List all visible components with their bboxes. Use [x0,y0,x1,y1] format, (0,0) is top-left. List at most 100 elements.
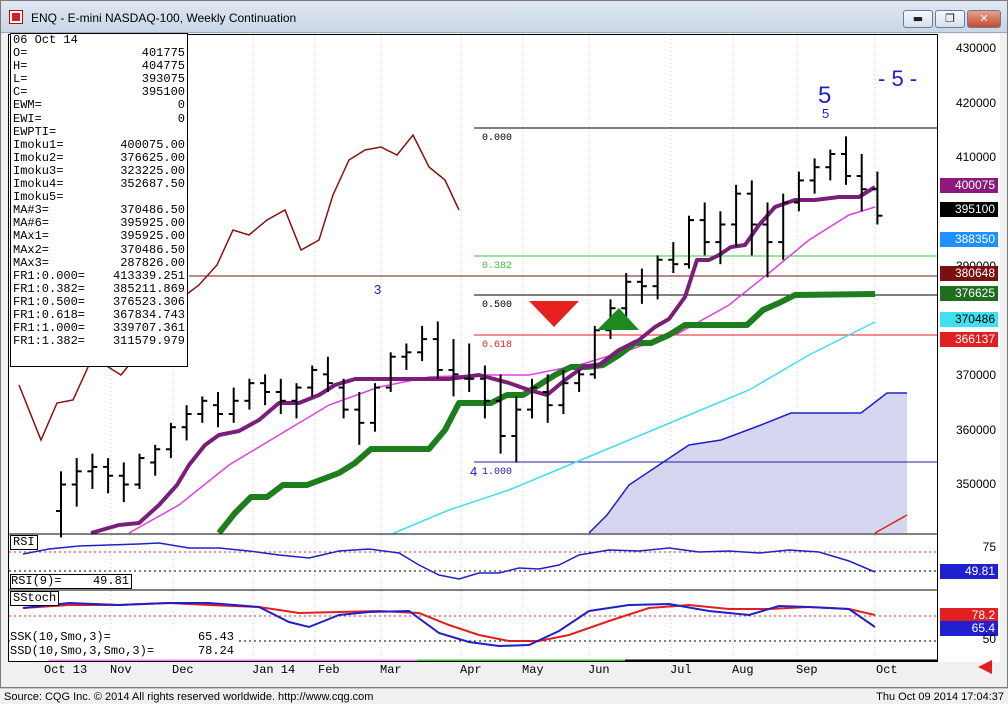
data-window-label: Imoku5= [13,190,64,205]
ssk-readout: SSK(10,Smo,3)= 65.43 [10,630,236,644]
price-level-box: 395100 [940,202,998,217]
price-tick-label: 360000 [955,422,996,437]
month-label: Mar [380,663,402,677]
data-window-label: FR1:0.382= [13,281,86,296]
ohlc-bar [401,343,412,370]
ohlc-bar [165,422,176,459]
data-window-label: MAx3= [13,255,50,270]
ssd-readout: SSD(10,Smo,3,Smo,3)= 78.24 [10,644,236,658]
data-window-label: Imoku4= [13,177,64,192]
ohlc-bar [636,268,647,304]
data-window: 06 Oct 14 O= 401775 H= 404775 L= 393075 C= 3951… [10,33,188,367]
price-level-box: 366137 [940,332,998,347]
cqg-app-icon[interactable] [9,10,23,24]
cloud-fill [589,393,907,533]
title-bar[interactable]: ENQ - E-mini NASDAQ-100, Weekly Continua… [1,1,1007,33]
ohlc-bar [589,325,600,379]
data-window-value: 385211.869 [112,281,185,296]
rsi-readout: RSI(9)= 49.81 [10,574,132,589]
wave-label-4: 4 [470,464,478,479]
data-window-value: 339707.361 [112,321,185,336]
ohlc-bar [432,321,443,379]
data-window-value: 400075.00 [120,137,185,152]
ohlc-bar [652,255,663,300]
data-window-label: EWM= [13,98,42,113]
timestamp-text: Thu Oct 09 2014 17:04:37 [876,691,1004,703]
month-label: Jun [588,663,610,677]
data-window-value: 395925.00 [120,229,185,244]
data-window-value: 401775 [141,46,185,61]
price-level-box: 400075 [940,178,998,193]
data-window-value: 395100 [141,85,185,100]
ohlc-bar [213,391,223,428]
ohlc-bar [511,396,522,463]
data-window-label: Imoku1= [13,137,64,152]
month-label: Sep [796,663,818,677]
ohlc-bar [793,171,804,212]
ohlc-bar [809,158,820,194]
data-window-label: EWPTI= [13,124,57,139]
ohlc-bar [856,153,867,212]
scroll-right-arrow-icon[interactable] [978,660,992,674]
window-title: ENQ - E-mini NASDAQ-100, Weekly Continua… [31,11,297,25]
data-window-row: FR1:1.382= 311579.979 [11,335,187,348]
data-window-value: 323225.00 [120,163,185,178]
data-window-label: MA#6= [13,216,50,231]
month-label: Jul [670,663,692,677]
rsi-title: RSI [10,535,38,550]
data-window-value: 404775 [141,59,185,74]
ohlc-bar [103,458,114,494]
month-label: Dec [172,663,194,677]
ohlc-bar [684,215,694,269]
fib-level-label: 0.000 [482,133,512,144]
month-label: Jan 14 [252,663,296,677]
data-window-label: MAx2= [13,242,50,257]
ohlc-bar [181,405,192,441]
ohlc-bar [825,149,836,181]
ohlc-bar [197,396,208,423]
ohlc-bar [56,471,66,538]
data-window-label: FR1:0.000= [13,268,86,283]
data-window-value: 0 [177,111,185,126]
ohlc-bar [87,453,98,489]
price-level-box: 388350 [940,232,998,247]
wave-label-corner: - 5 - [878,66,918,91]
month-label: Feb [318,663,340,677]
ohlc-bar [150,444,161,476]
ohlc-bar [448,339,459,397]
close-button[interactable]: ✕ [967,10,1001,28]
price-level-box: 370486 [940,312,998,327]
data-window-value: 370486.50 [120,203,185,218]
ohlc-bar [872,171,883,225]
maximize-button[interactable]: ❐ [935,10,965,28]
rsi-axis[interactable]: 75 49.81 [938,534,1000,590]
ohlc-bar [699,202,710,256]
ohlc-bar [354,391,365,445]
price-tick-label: 370000 [955,368,996,382]
data-window-label: Imoku2= [13,150,64,165]
data-window-value: 395925.00 [120,216,185,231]
price-axis[interactable]: 4300004200004100004000003900003800003700… [938,34,1000,600]
fib-level-label: 0.382 [482,261,512,272]
data-window-label: FR1:1.382= [13,334,86,349]
data-window-label: MA#3= [13,203,50,218]
price-tick-label: 350000 [955,477,996,491]
data-window-value: 393075 [141,72,185,87]
ohlc-bar [260,374,271,406]
price-tick-label: 420000 [955,95,996,110]
data-window-label: MAx1= [13,229,50,244]
buy-signal-triangle-icon [597,308,639,330]
data-window-value: 352687.50 [120,177,185,192]
sell-signal-triangle-icon [529,301,579,327]
data-window-label: FR1:0.618= [13,307,86,322]
data-window-label: C= [13,85,28,100]
stoch-title: SStoch [10,591,60,606]
price-tick-label: 410000 [955,150,996,164]
ohlc-bar [417,325,428,362]
data-window-value: 370486.50 [120,242,185,257]
stoch-axis[interactable]: 78.2 65.4 50 [938,590,1000,662]
minimize-button[interactable]: ▬ [903,10,933,28]
rsi-value-box: 49.81 [940,564,998,579]
price-level-box: 380648 [940,266,998,281]
data-window-value: 367834.743 [112,307,185,322]
